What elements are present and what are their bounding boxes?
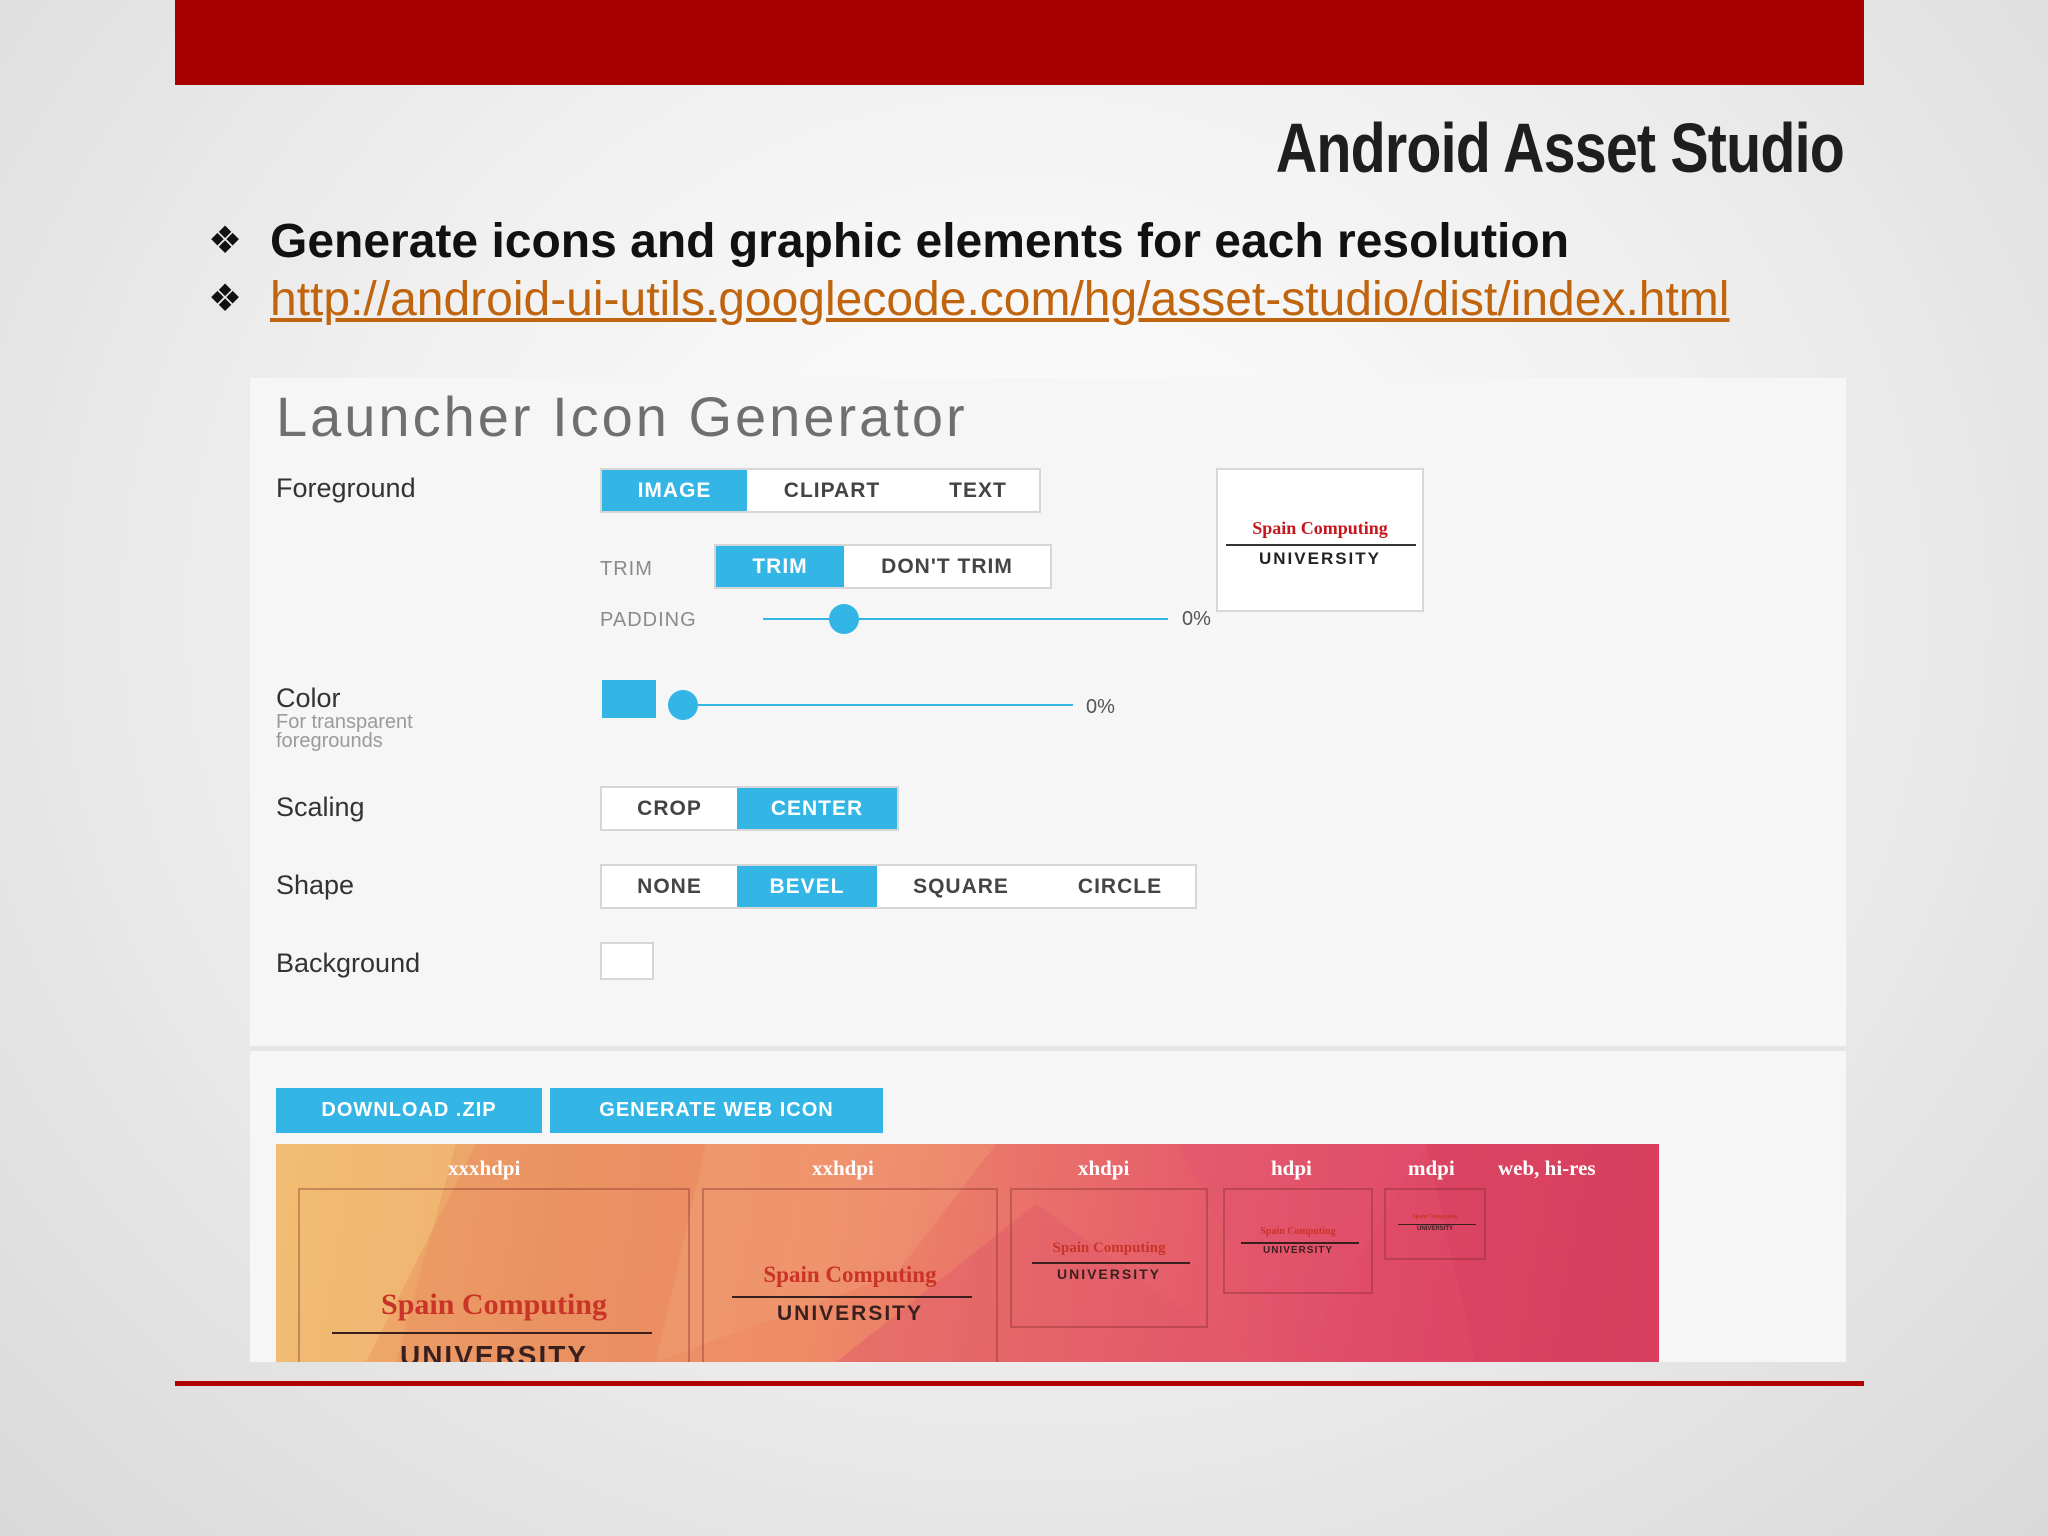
background-color-swatch[interactable] — [600, 942, 654, 980]
padding-slider-handle[interactable] — [829, 604, 859, 634]
scaling-crop-button[interactable]: CROP — [602, 788, 737, 829]
tile-logo-line1: Spain Computing — [763, 1262, 937, 1287]
density-label: web, hi-res — [1498, 1156, 1596, 1180]
scaling-toggle: CROP CENTER — [600, 786, 899, 831]
tile-logo-rule — [732, 1296, 972, 1298]
tab-image[interactable]: IMAGE — [602, 470, 747, 511]
density-hdpi: hdpi Spain Computing UNIVERSITY — [1223, 1144, 1373, 1362]
density-label: hdpi — [1271, 1156, 1312, 1180]
tile-logo-line2: UNIVERSITY — [1262, 1245, 1333, 1256]
background-label: Background — [276, 948, 421, 978]
shape-none-button[interactable]: NONE — [602, 866, 737, 907]
density-web-hi-res: web, hi-res — [1498, 1144, 1648, 1362]
shape-circle-button[interactable]: CIRCLE — [1045, 866, 1195, 907]
bullet-diamond-icon: ❖ — [208, 278, 243, 320]
density-label: xxhdpi — [812, 1156, 874, 1180]
density-mdpi: mdpi Spain Computing UNIVERSITY — [1384, 1144, 1488, 1362]
color-sublabel: For transparent foregrounds — [276, 711, 413, 752]
asset-studio-screenshot: Launcher Icon Generator Foreground IMAGE… — [250, 378, 1846, 1362]
tile-logo-line1: Spain Computing — [1052, 1240, 1166, 1256]
asset-studio-link[interactable]: http://android-ui-utils.googlecode.com/h… — [270, 272, 1729, 327]
dont-trim-button[interactable]: DON'T TRIM — [844, 546, 1050, 587]
preview-logo-line1: Spain Computing — [1252, 518, 1388, 538]
shape-toggle: NONE BEVEL SQUARE CIRCLE — [600, 864, 1197, 909]
icon-tile-xhdpi: Spain Computing UNIVERSITY — [1010, 1188, 1208, 1328]
preview-logo-line2: UNIVERSITY — [1258, 549, 1382, 568]
shape-square-button[interactable]: SQUARE — [877, 866, 1045, 907]
icon-tile-xxhdpi: Spain Computing UNIVERSITY — [702, 1188, 998, 1362]
density-preview-strip: xxxhdpi Spain Computing UNIVERSITY xxhdp… — [276, 1144, 1659, 1362]
tile-logo-line2: UNIVERSITY — [1416, 1226, 1453, 1232]
tile-logo-line2: UNIVERSITY — [1056, 1266, 1161, 1282]
density-label: mdpi — [1408, 1156, 1455, 1180]
slide-top-bar — [175, 0, 1864, 85]
tile-logo-line2: UNIVERSITY — [399, 1340, 589, 1362]
slide-bottom-rule — [175, 1381, 1864, 1386]
bullet-text: Generate icons and graphic elements for … — [270, 214, 1570, 268]
icon-tile-mdpi: Spain Computing UNIVERSITY — [1384, 1188, 1486, 1260]
color-label: Color — [276, 683, 341, 713]
tile-logo-line1: Spain Computing — [381, 1288, 607, 1321]
bullet-diamond-icon: ❖ — [208, 220, 243, 262]
color-value: 0% — [1086, 696, 1115, 718]
tab-clipart[interactable]: CLIPART — [747, 470, 917, 511]
padding-slider-track[interactable] — [763, 618, 1168, 620]
trim-label: TRIM — [600, 558, 653, 580]
tab-text[interactable]: TEXT — [917, 470, 1039, 511]
generator-title: Launcher Icon Generator — [276, 385, 968, 448]
tile-logo-rule — [332, 1332, 652, 1334]
foreground-tabs: IMAGE CLIPART TEXT — [600, 468, 1041, 513]
shape-bevel-button[interactable]: BEVEL — [737, 866, 877, 907]
preview-logo-rule — [1226, 544, 1416, 546]
icon-preview: Spain Computing UNIVERSITY — [1216, 468, 1424, 612]
tile-logo-rule — [1241, 1242, 1359, 1244]
color-swatch[interactable] — [602, 680, 656, 718]
slide-title: Android Asset Studio — [1275, 109, 1845, 187]
section-divider — [250, 1046, 1846, 1051]
density-xxxhdpi: xxxhdpi Spain Computing UNIVERSITY — [276, 1144, 690, 1362]
color-slider-handle[interactable] — [668, 690, 698, 720]
bullet-item: ❖ http://android-ui-utils.googlecode.com… — [208, 270, 1848, 328]
icon-tile-xxxhdpi: Spain Computing UNIVERSITY — [298, 1188, 690, 1362]
trim-button[interactable]: TRIM — [716, 546, 844, 587]
density-xhdpi: xhdpi Spain Computing UNIVERSITY — [1010, 1144, 1210, 1362]
download-zip-button[interactable]: DOWNLOAD .ZIP — [276, 1088, 542, 1133]
tile-logo-rule — [1398, 1224, 1476, 1225]
density-label: xxxhdpi — [448, 1156, 521, 1180]
bullet-list: ❖ Generate icons and graphic elements fo… — [208, 212, 1848, 328]
trim-toggle: TRIM DON'T TRIM — [714, 544, 1052, 589]
padding-label: PADDING — [600, 609, 697, 631]
scaling-label: Scaling — [276, 792, 365, 822]
padding-value: 0% — [1182, 608, 1211, 630]
tile-logo-line2: UNIVERSITY — [776, 1302, 924, 1325]
bullet-item: ❖ Generate icons and graphic elements fo… — [208, 212, 1848, 270]
scaling-center-button[interactable]: CENTER — [737, 788, 897, 829]
tile-logo-line1: Spain Computing — [1412, 1214, 1458, 1220]
generate-web-icon-button[interactable]: GENERATE WEB ICON — [550, 1088, 883, 1133]
color-slider-track[interactable] — [668, 704, 1073, 706]
icon-tile-hdpi: Spain Computing UNIVERSITY — [1223, 1188, 1373, 1294]
density-label: xhdpi — [1078, 1156, 1130, 1180]
density-xxhdpi: xxhdpi Spain Computing UNIVERSITY — [702, 1144, 1002, 1362]
tile-logo-rule — [1032, 1262, 1190, 1264]
shape-label: Shape — [276, 870, 355, 900]
tile-logo-line1: Spain Computing — [1260, 1226, 1336, 1237]
foreground-label: Foreground — [276, 473, 416, 503]
